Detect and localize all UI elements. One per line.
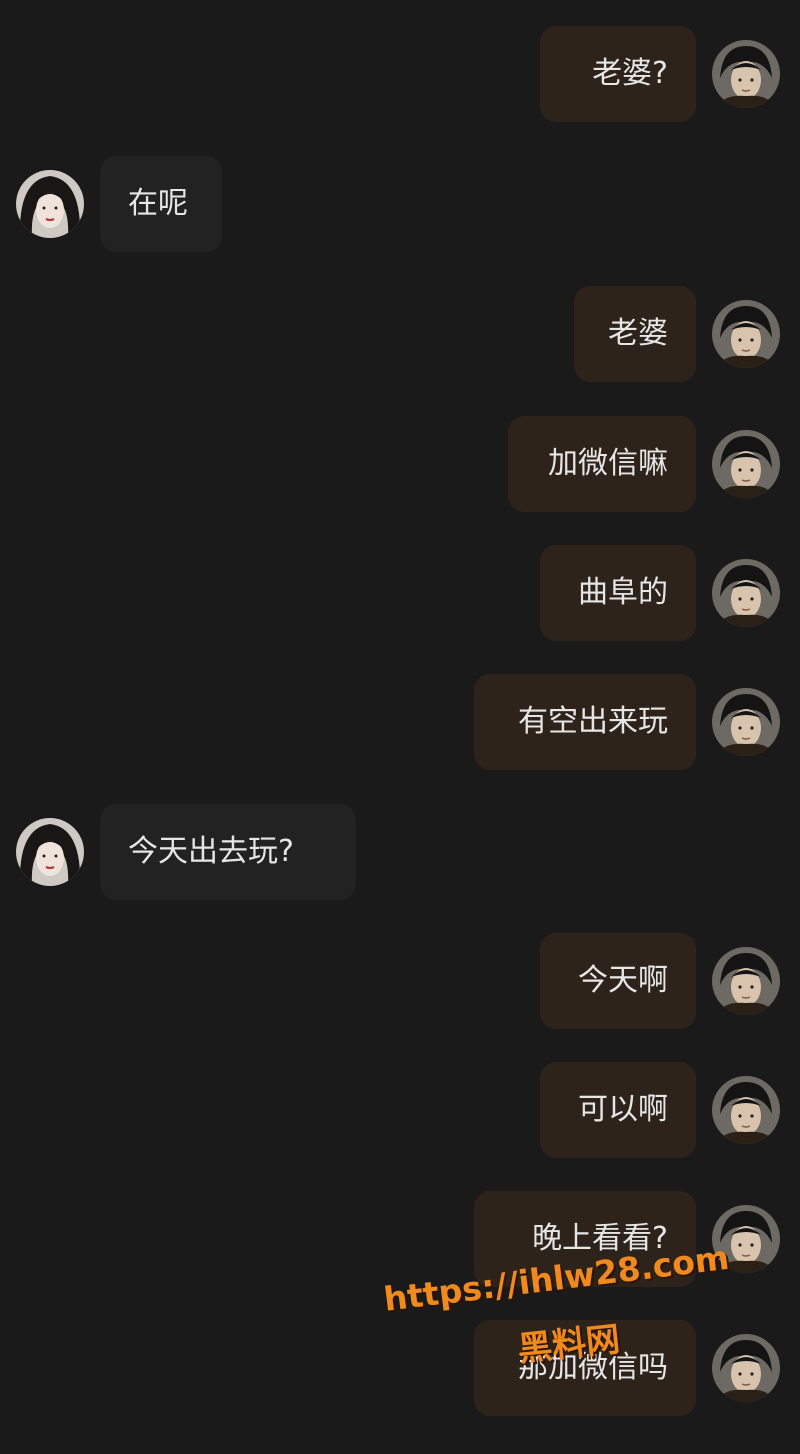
message-bubble[interactable]: 曲阜的 (540, 545, 696, 641)
message-text: 有空出来玩 (518, 704, 668, 739)
male-avatar-icon[interactable] (712, 559, 780, 627)
watermark-site-name: 黑料网 (516, 1319, 622, 1370)
male-avatar-icon[interactable] (712, 40, 780, 108)
female-avatar-icon[interactable] (16, 818, 84, 886)
message-text: 老婆? (592, 56, 668, 91)
message-bubble[interactable]: 在呢 (100, 156, 222, 252)
message-bubble[interactable]: 今天出去玩? (100, 804, 356, 900)
message-text: 老婆 (608, 316, 668, 351)
message-row-outgoing: 曲阜的 (0, 545, 800, 645)
message-bubble[interactable]: 加微信嘛 (508, 416, 696, 512)
message-row-outgoing: 有空出来玩 (0, 674, 800, 774)
male-avatar-icon[interactable] (712, 688, 780, 756)
message-text: 加微信嘛 (548, 446, 668, 481)
message-text: 曲阜的 (578, 575, 668, 610)
message-row-incoming: 今天出去玩? (0, 804, 800, 904)
chat-thread: 老婆? 在呢 老婆 加微信嘛 曲阜的 有空出来玩 今天出去玩? 今天啊 可以啊 … (0, 0, 800, 1454)
male-avatar-icon[interactable] (712, 300, 780, 368)
message-row-outgoing: 老婆? (0, 26, 800, 126)
message-bubble[interactable]: 今天啊 (540, 933, 696, 1029)
message-bubble[interactable]: 可以啊 (540, 1062, 696, 1158)
female-avatar-icon[interactable] (16, 170, 84, 238)
message-row-outgoing: 今天啊 (0, 933, 800, 1033)
watermark: https://ihlw28.com 黑料网 (380, 1238, 760, 1400)
message-text: 今天出去玩? (128, 834, 294, 869)
message-row-outgoing: 加微信嘛 (0, 416, 800, 516)
message-bubble[interactable]: 老婆 (574, 286, 696, 382)
male-avatar-icon[interactable] (712, 1076, 780, 1144)
message-row-outgoing: 老婆 (0, 286, 800, 386)
message-bubble[interactable]: 老婆? (540, 26, 696, 122)
message-text: 可以啊 (578, 1092, 668, 1127)
message-bubble[interactable]: 有空出来玩 (474, 674, 696, 770)
message-text: 今天啊 (578, 963, 668, 998)
male-avatar-icon[interactable] (712, 947, 780, 1015)
message-row-outgoing: 可以啊 (0, 1062, 800, 1162)
message-text: 在呢 (128, 186, 188, 221)
message-row-incoming: 在呢 (0, 156, 800, 256)
male-avatar-icon[interactable] (712, 430, 780, 498)
